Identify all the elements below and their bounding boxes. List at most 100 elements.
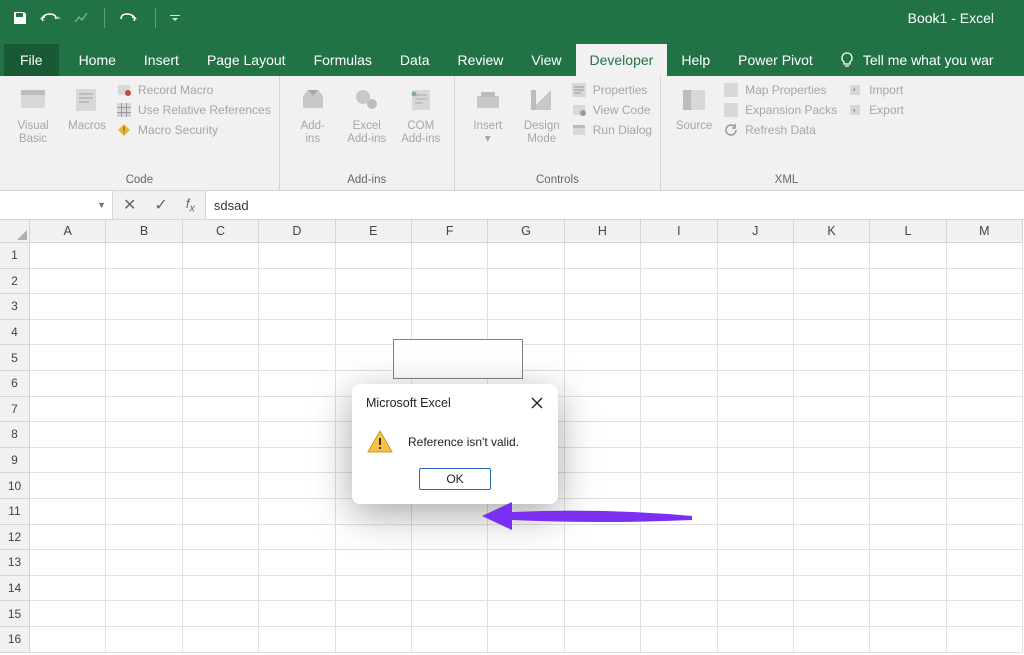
row-header[interactable]: 4 <box>0 320 30 346</box>
close-icon[interactable] <box>528 394 546 412</box>
cell[interactable] <box>412 550 488 576</box>
cell[interactable] <box>30 269 106 295</box>
tab-page-layout[interactable]: Page Layout <box>193 44 300 76</box>
expansion-packs-button[interactable]: Expansion Packs <box>723 102 837 118</box>
cell[interactable] <box>794 550 870 576</box>
cell[interactable] <box>565 499 641 525</box>
cell[interactable] <box>718 473 794 499</box>
column-header[interactable]: H <box>565 220 641 243</box>
cell[interactable] <box>30 243 106 269</box>
cell[interactable] <box>259 397 335 423</box>
cell[interactable] <box>259 269 335 295</box>
cell[interactable] <box>794 371 870 397</box>
cell[interactable] <box>30 576 106 602</box>
cell[interactable] <box>718 525 794 551</box>
column-header[interactable]: A <box>30 220 106 243</box>
cell[interactable] <box>565 550 641 576</box>
cell[interactable] <box>565 269 641 295</box>
cell[interactable] <box>183 320 259 346</box>
row-header[interactable]: 2 <box>0 269 30 295</box>
cell[interactable] <box>641 294 717 320</box>
cell[interactable] <box>718 448 794 474</box>
cell[interactable] <box>259 499 335 525</box>
row-header[interactable]: 5 <box>0 345 30 371</box>
row-header[interactable]: 10 <box>0 473 30 499</box>
cell[interactable] <box>641 371 717 397</box>
cell[interactable] <box>565 473 641 499</box>
row-header[interactable]: 14 <box>0 576 30 602</box>
cell[interactable] <box>947 473 1023 499</box>
column-header[interactable]: I <box>641 220 717 243</box>
cell[interactable] <box>947 576 1023 602</box>
cell[interactable] <box>794 243 870 269</box>
save-icon[interactable] <box>12 10 28 26</box>
name-box[interactable]: ▼ <box>0 191 113 219</box>
tab-data[interactable]: Data <box>386 44 444 76</box>
cell[interactable] <box>794 499 870 525</box>
cell[interactable] <box>488 269 564 295</box>
cell[interactable] <box>412 294 488 320</box>
cell[interactable] <box>30 499 106 525</box>
cell[interactable] <box>106 345 182 371</box>
enter-formula-icon[interactable]: ✓ <box>154 195 167 215</box>
cancel-formula-icon[interactable]: ✕ <box>123 195 136 215</box>
cell[interactable] <box>183 576 259 602</box>
cell[interactable] <box>30 550 106 576</box>
row-header[interactable]: 16 <box>0 627 30 653</box>
select-all-corner[interactable] <box>0 220 30 243</box>
cell[interactable] <box>412 525 488 551</box>
column-header[interactable]: E <box>336 220 412 243</box>
cell[interactable] <box>794 448 870 474</box>
cell[interactable] <box>870 371 946 397</box>
customize-qat-icon[interactable] <box>170 13 180 23</box>
tab-power-pivot[interactable]: Power Pivot <box>724 44 827 76</box>
addins-button[interactable]: Add- ins <box>288 80 338 146</box>
cell[interactable] <box>106 422 182 448</box>
redo-icon[interactable] <box>119 10 141 26</box>
cell[interactable] <box>106 550 182 576</box>
visual-basic-button[interactable]: Visual Basic <box>8 80 58 146</box>
cell[interactable] <box>488 550 564 576</box>
cell[interactable] <box>641 397 717 423</box>
cell[interactable] <box>870 294 946 320</box>
cell[interactable] <box>718 294 794 320</box>
cell[interactable] <box>947 422 1023 448</box>
cell[interactable] <box>718 397 794 423</box>
cell[interactable] <box>870 499 946 525</box>
cell[interactable] <box>947 243 1023 269</box>
undo-icon[interactable] <box>40 10 62 26</box>
cell[interactable] <box>30 345 106 371</box>
cell[interactable] <box>641 269 717 295</box>
properties-button[interactable]: Properties <box>571 82 652 98</box>
run-dialog-button[interactable]: Run Dialog <box>571 122 652 138</box>
cell[interactable] <box>565 448 641 474</box>
cell[interactable] <box>259 294 335 320</box>
design-mode-button[interactable]: Design Mode <box>517 80 567 146</box>
cell[interactable] <box>947 371 1023 397</box>
cell[interactable] <box>106 627 182 653</box>
cell[interactable] <box>106 269 182 295</box>
cell[interactable] <box>641 550 717 576</box>
map-properties-button[interactable]: Map Properties <box>723 82 837 98</box>
com-addins-button[interactable]: COM Add-ins <box>396 80 446 146</box>
cell[interactable] <box>641 422 717 448</box>
tab-formulas[interactable]: Formulas <box>300 44 386 76</box>
cell[interactable] <box>183 525 259 551</box>
cell[interactable] <box>565 243 641 269</box>
cell[interactable] <box>106 525 182 551</box>
cell[interactable] <box>565 397 641 423</box>
row-header[interactable]: 9 <box>0 448 30 474</box>
row-header[interactable]: 13 <box>0 550 30 576</box>
cell[interactable] <box>30 320 106 346</box>
column-header[interactable]: F <box>412 220 488 243</box>
view-code-button[interactable]: View Code <box>571 102 652 118</box>
cell[interactable] <box>30 627 106 653</box>
cell[interactable] <box>641 601 717 627</box>
cell[interactable] <box>412 627 488 653</box>
cell[interactable] <box>565 627 641 653</box>
cell[interactable] <box>106 499 182 525</box>
column-header[interactable]: C <box>183 220 259 243</box>
cell[interactable] <box>794 397 870 423</box>
row-header[interactable]: 6 <box>0 371 30 397</box>
cell[interactable] <box>30 422 106 448</box>
